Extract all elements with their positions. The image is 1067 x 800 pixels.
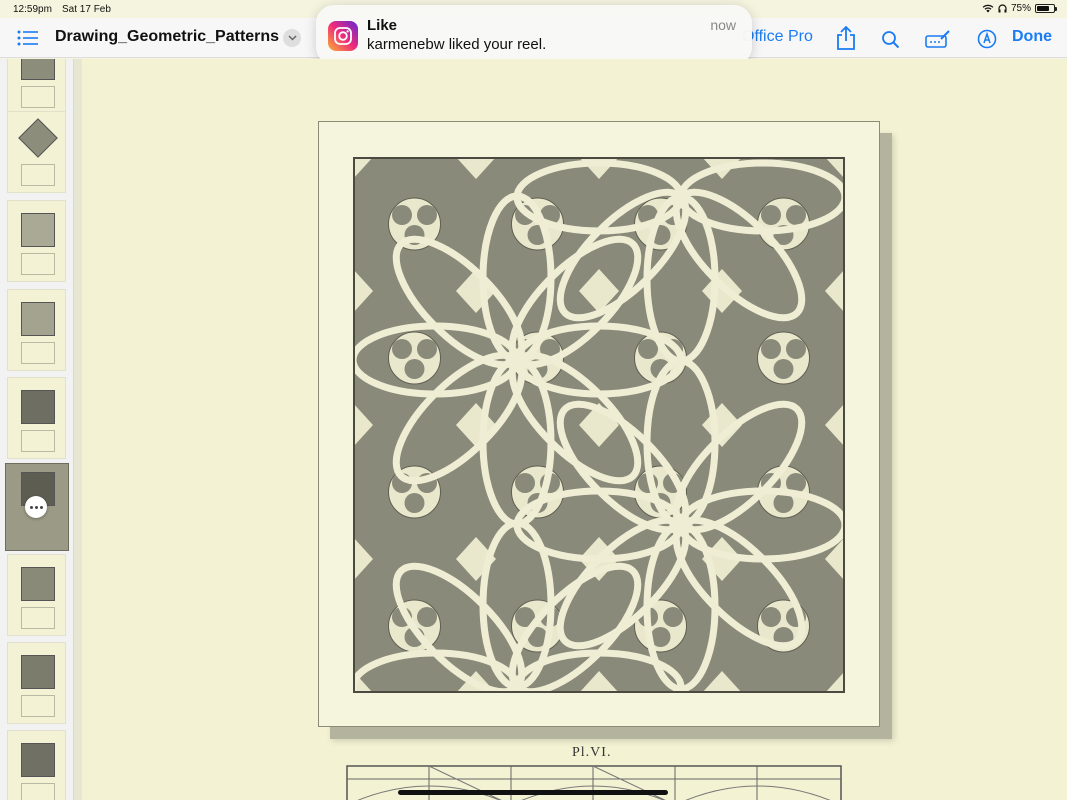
thumbnail-pattern: [21, 59, 55, 80]
gothic-tracery-pattern: [353, 157, 845, 693]
page-thumbnail[interactable]: [7, 289, 66, 371]
page-thumbnail[interactable]: [7, 377, 66, 459]
notification-body: karmenebw liked your reel.: [367, 36, 547, 53]
markup-pen-icon: [925, 30, 950, 48]
done-button[interactable]: Done: [1012, 28, 1052, 46]
thumbnail-diagram: [21, 695, 55, 717]
thumbnail-diagram: [21, 164, 55, 186]
search-button[interactable]: [878, 27, 902, 51]
thumbnail-pattern: [21, 302, 55, 336]
status-indicators: 75%: [982, 3, 1057, 14]
thumbnail-pattern: [21, 390, 55, 424]
thumbnail-diagram: [21, 430, 55, 452]
battery-icon: [1035, 4, 1057, 13]
thumbnail-diagram: [21, 783, 55, 800]
markup-toolbar-button[interactable]: [924, 27, 952, 51]
office-pro-button[interactable]: Office Pro: [742, 28, 813, 46]
notification-banner[interactable]: Like karmenebw liked your reel. now: [316, 5, 752, 65]
plate-number-label: Pl.VI.: [572, 745, 612, 760]
thumbnail-pattern: [21, 743, 55, 777]
page-thumbnail[interactable]: [7, 111, 66, 193]
thumbnail-diagram: [21, 607, 55, 629]
page-thumbnail[interactable]: [7, 554, 66, 636]
title-menu-button[interactable]: [283, 29, 301, 47]
outline-list-button[interactable]: [16, 27, 40, 49]
share-icon: [837, 26, 855, 50]
pen-circle-icon: [977, 29, 997, 49]
status-date: Sat 17 Feb: [62, 4, 111, 15]
page-thumbnail[interactable]: [7, 59, 66, 115]
document-page[interactable]: Pl.VI.: [82, 59, 1067, 800]
thumbnail-pattern: [18, 118, 58, 158]
more-dot: [39, 505, 43, 509]
thumbnail-pattern: [21, 655, 55, 689]
list-icon: [17, 30, 38, 46]
instagram-icon: [328, 21, 358, 51]
more-dot: [29, 505, 33, 509]
page-thumbnail[interactable]: [7, 200, 66, 282]
more-dot: [34, 505, 38, 509]
status-time: 12:59pm: [13, 4, 52, 15]
battery-percent: 75%: [1010, 3, 1031, 14]
search-icon: [881, 30, 899, 48]
thumbnail-diagram: [21, 342, 55, 364]
thumbnail-more-button[interactable]: [25, 496, 47, 518]
notification-time: now: [710, 17, 736, 33]
thumbnail-pattern: [21, 567, 55, 601]
headphones-icon: [998, 4, 1007, 13]
thumbnail-diagram: [21, 86, 55, 108]
page-thumbnail-sidebar[interactable]: [0, 59, 74, 800]
home-indicator[interactable]: [398, 790, 668, 795]
thumbnail-pattern: [21, 213, 55, 247]
document-title[interactable]: Drawing_Geometric_Patterns: [55, 28, 279, 46]
sidebar-divider: [74, 59, 82, 800]
annotate-button[interactable]: [975, 27, 999, 51]
notification-title: Like: [367, 17, 398, 34]
chevron-down-icon: [287, 35, 297, 41]
share-button[interactable]: [834, 24, 858, 52]
thumbnail-diagram: [21, 253, 55, 275]
wifi-icon: [982, 4, 994, 13]
page-thumbnail[interactable]: [7, 642, 66, 724]
plate-illustration: [318, 121, 880, 727]
page-thumbnail[interactable]: [7, 730, 66, 800]
